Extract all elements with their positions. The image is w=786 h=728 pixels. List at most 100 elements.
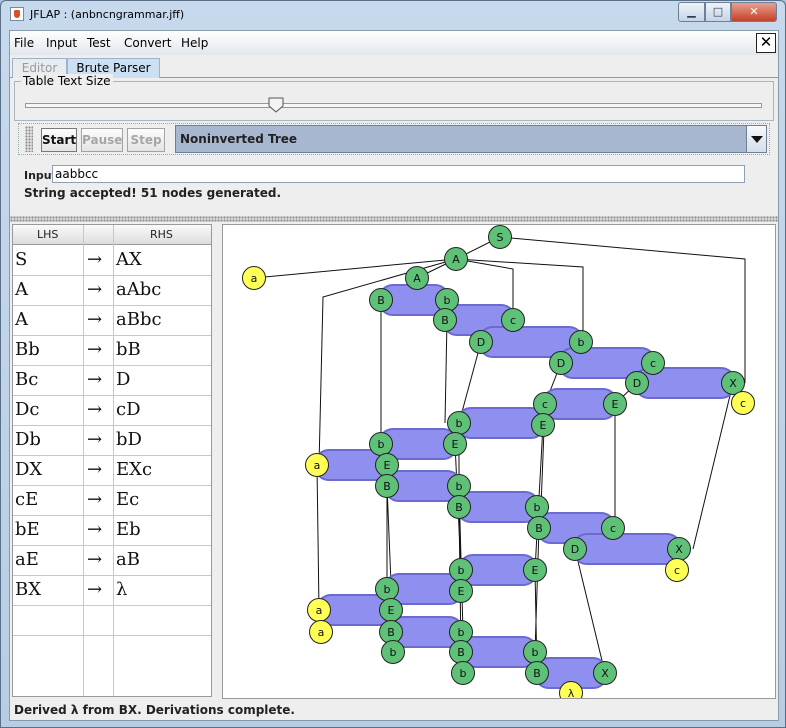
tree-node[interactable]: b: [451, 661, 475, 685]
table-row[interactable]: aE → aB: [13, 546, 211, 576]
derivation-tree: SAa AB bB cD bD cD Xcc Eb Eb Ea EB bB bB cD Xcb Eb Ea Ea B…: [242, 225, 755, 700]
rhs-cell: EXc: [116, 459, 153, 480]
table-row[interactable]: Bb → bB: [13, 336, 211, 366]
text-size-slider-track[interactable]: [25, 103, 762, 108]
tree-node[interactable]: b: [375, 577, 399, 601]
table-row[interactable]: S → AX: [13, 246, 211, 276]
column-header-lhs[interactable]: LHS: [37, 228, 58, 241]
lhs-cell: S: [15, 249, 28, 270]
window-close-button[interactable]: ✕: [731, 2, 777, 22]
tree-node[interactable]: b: [525, 495, 549, 519]
table-row[interactable]: Dc → cD: [13, 396, 211, 426]
table-row[interactable]: DX → EXc: [13, 456, 211, 486]
tree-node[interactable]: c: [533, 392, 557, 416]
tree-node[interactable]: a: [309, 620, 333, 644]
rhs-cell: aAbc: [116, 279, 162, 300]
tree-node[interactable]: λ: [559, 681, 583, 700]
tree-node[interactable]: B: [449, 640, 473, 664]
text-size-slider-thumb[interactable]: [268, 97, 284, 113]
lhs-cell: DX: [15, 459, 43, 480]
tree-node[interactable]: E: [379, 598, 403, 622]
tree-node[interactable]: b: [435, 288, 459, 312]
tree-node[interactable]: B: [375, 474, 399, 498]
table-row[interactable]: BX → λ: [13, 576, 211, 606]
tree-node[interactable]: E: [523, 558, 547, 582]
lhs-cell: Bb: [15, 339, 40, 360]
tree-node[interactable]: X: [667, 537, 691, 561]
lhs-cell: aE: [15, 549, 39, 570]
tree-node[interactable]: b: [447, 411, 471, 435]
tree-node-label: E: [458, 585, 465, 598]
pause-button[interactable]: Pause: [81, 128, 123, 152]
tree-node-label: c: [610, 522, 616, 535]
tree-node[interactable]: b: [381, 640, 405, 664]
tree-node[interactable]: X: [593, 661, 617, 685]
tree-node-label: E: [540, 419, 547, 432]
table-row[interactable]: Bc → D: [13, 366, 211, 396]
arrow-cell: →: [87, 249, 103, 270]
tree-node[interactable]: a: [242, 266, 266, 290]
tree-node[interactable]: S: [488, 225, 512, 249]
input-field[interactable]: aabbcc: [52, 165, 745, 183]
tree-node[interactable]: D: [625, 371, 649, 395]
tree-node-label: λ: [568, 687, 575, 699]
tree-node[interactable]: c: [665, 558, 689, 582]
arrow-cell: →: [87, 579, 103, 600]
menu-input[interactable]: Input: [46, 36, 77, 50]
tree-node[interactable]: b: [447, 474, 471, 498]
tree-node[interactable]: E: [375, 453, 399, 477]
tree-node[interactable]: B: [433, 308, 457, 332]
table-row[interactable]: bE → Eb: [13, 516, 211, 546]
tree-node[interactable]: A: [444, 247, 468, 271]
column-header-rhs[interactable]: RHS: [150, 228, 173, 241]
tree-node[interactable]: B: [525, 661, 549, 685]
tree-node[interactable]: b: [369, 432, 393, 456]
tree-node[interactable]: E: [449, 579, 473, 603]
tree-node[interactable]: E: [531, 413, 555, 437]
tree-node[interactable]: b: [523, 640, 547, 664]
tree-node[interactable]: a: [307, 598, 331, 622]
arrow-cell: →: [87, 549, 103, 570]
menu-convert[interactable]: Convert: [124, 36, 171, 50]
chevron-down-icon[interactable]: [746, 126, 766, 152]
tree-node[interactable]: B: [527, 516, 551, 540]
table-row[interactable]: Db → bD: [13, 426, 211, 456]
parser-toolbar: Start Pause Step Noninverted Tree: [18, 123, 770, 155]
tree-node[interactable]: c: [731, 391, 755, 415]
tree-node[interactable]: E: [603, 392, 627, 416]
tree-node[interactable]: E: [443, 432, 467, 456]
minimize-button[interactable]: ▁: [678, 2, 705, 22]
rhs-cell: bB: [116, 339, 141, 360]
step-button[interactable]: Step: [127, 128, 165, 152]
tree-node[interactable]: b: [449, 558, 473, 582]
tree-node[interactable]: A: [405, 266, 429, 290]
tree-node[interactable]: B: [447, 495, 471, 519]
tree-node[interactable]: b: [569, 330, 593, 354]
tree-node[interactable]: c: [501, 308, 525, 332]
tree-node-label: c: [542, 398, 548, 411]
maximize-button[interactable]: □: [705, 2, 731, 22]
view-mode-select[interactable]: Noninverted Tree: [175, 125, 767, 153]
tree-node-label: b: [456, 480, 463, 493]
menu-help[interactable]: Help: [181, 36, 208, 50]
tree-node[interactable]: D: [549, 351, 573, 375]
close-tab-button[interactable]: ✕: [756, 33, 776, 53]
tree-node[interactable]: B: [369, 288, 393, 312]
table-row[interactable]: A → aBbc: [13, 306, 211, 336]
tree-node[interactable]: c: [601, 516, 625, 540]
tree-node[interactable]: D: [563, 537, 587, 561]
tree-node[interactable]: B: [379, 620, 403, 644]
table-row-empty[interactable]: [13, 606, 211, 636]
split-pane-divider[interactable]: [10, 216, 778, 222]
table-row[interactable]: cE → Ec: [13, 486, 211, 516]
title-bar[interactable]: JFLAP : (anbncngrammar.jff) ▁ □ ✕: [1, 1, 785, 29]
tree-node[interactable]: c: [641, 351, 665, 375]
tree-node[interactable]: a: [305, 453, 329, 477]
start-button[interactable]: Start: [41, 128, 77, 152]
menu-file[interactable]: File: [14, 36, 34, 50]
table-row[interactable]: A → aAbc: [13, 276, 211, 306]
tree-node[interactable]: D: [469, 330, 493, 354]
tree-node[interactable]: X: [721, 371, 745, 395]
menu-test[interactable]: Test: [87, 36, 111, 50]
toolbar-grip[interactable]: [25, 126, 33, 152]
